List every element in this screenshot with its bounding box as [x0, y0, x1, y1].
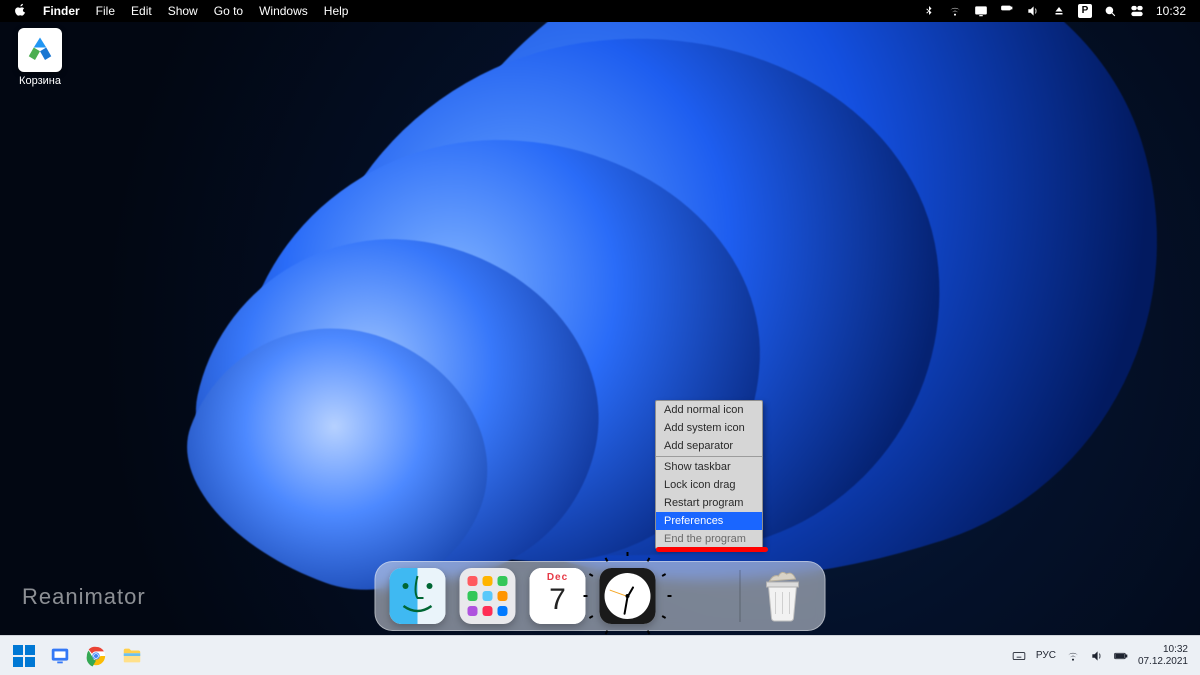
- tray-battery-icon[interactable]: [1114, 649, 1128, 663]
- volume-icon[interactable]: [1026, 4, 1040, 18]
- calendar-month: Dec: [530, 568, 586, 583]
- spotlight-icon[interactable]: [1104, 4, 1118, 18]
- dock-trash[interactable]: [755, 568, 811, 624]
- taskbar-app-1[interactable]: [46, 642, 74, 670]
- battery-charging-icon[interactable]: [1000, 4, 1014, 18]
- taskbar-chrome[interactable]: [82, 642, 110, 670]
- display-icon[interactable]: [974, 4, 988, 18]
- menubar-item-help[interactable]: Help: [324, 4, 349, 18]
- ctx-show-taskbar[interactable]: Show taskbar: [656, 458, 762, 476]
- dock-finder[interactable]: [390, 568, 446, 624]
- bluetooth-icon[interactable]: [922, 4, 936, 18]
- calendar-day: 7: [549, 585, 566, 615]
- menubar-item-windows[interactable]: Windows: [259, 4, 308, 18]
- menubar-item-file[interactable]: File: [96, 4, 115, 18]
- dock-launchpad[interactable]: [460, 568, 516, 624]
- ctx-add-normal-icon[interactable]: Add normal icon: [656, 401, 762, 419]
- ctx-restart-program[interactable]: Restart program: [656, 494, 762, 512]
- dock-clock[interactable]: [600, 568, 656, 624]
- parking-icon[interactable]: P: [1078, 4, 1092, 18]
- ctx-lock-icon-drag[interactable]: Lock icon drag: [656, 476, 762, 494]
- menubar-item-show[interactable]: Show: [168, 4, 198, 18]
- dock: Dec 7: [375, 561, 826, 631]
- menubar-clock[interactable]: 10:32: [1156, 4, 1186, 18]
- dock-separator: [740, 570, 741, 622]
- dock-calendar[interactable]: Dec 7: [530, 568, 586, 624]
- taskbar-file-explorer[interactable]: [118, 642, 146, 670]
- wifi-icon[interactable]: [948, 4, 962, 18]
- ctx-end-program[interactable]: End the program: [656, 530, 762, 548]
- windows-taskbar: РУС 10:32 07.12.2021: [0, 635, 1200, 675]
- annotation-underline: [656, 547, 768, 552]
- dock-context-menu: Add normal icon Add system icon Add sepa…: [655, 400, 763, 549]
- recycle-bin-icon: [18, 28, 62, 72]
- tray-keyboard-icon[interactable]: [1012, 649, 1026, 663]
- desktop-recycle-bin[interactable]: Корзина: [10, 28, 70, 87]
- apple-menu-icon[interactable]: [14, 3, 27, 19]
- ctx-separator: [656, 456, 762, 457]
- menubar-item-goto[interactable]: Go to: [214, 4, 243, 18]
- menubar-app-name[interactable]: Finder: [43, 4, 80, 18]
- recycle-bin-label: Корзина: [10, 75, 70, 87]
- tray-volume-icon[interactable]: [1090, 649, 1104, 663]
- eject-icon[interactable]: [1052, 4, 1066, 18]
- tray-clock[interactable]: 10:32 07.12.2021: [1138, 644, 1188, 668]
- watermark-text: Reanimator: [22, 584, 146, 610]
- mac-menubar: Finder File Edit Show Go to Windows Help…: [0, 0, 1200, 22]
- menubar-item-edit[interactable]: Edit: [131, 4, 152, 18]
- tray-wifi-icon[interactable]: [1066, 649, 1080, 663]
- dock-empty-slot[interactable]: [670, 568, 726, 624]
- control-center-icon[interactable]: [1130, 4, 1144, 18]
- start-button[interactable]: [10, 642, 38, 670]
- ctx-add-system-icon[interactable]: Add system icon: [656, 419, 762, 437]
- tray-language[interactable]: РУС: [1036, 650, 1056, 661]
- tray-date: 07.12.2021: [1138, 656, 1188, 668]
- tray-time: 10:32: [1138, 644, 1188, 656]
- ctx-add-separator[interactable]: Add separator: [656, 437, 762, 455]
- ctx-preferences[interactable]: Preferences: [656, 512, 762, 530]
